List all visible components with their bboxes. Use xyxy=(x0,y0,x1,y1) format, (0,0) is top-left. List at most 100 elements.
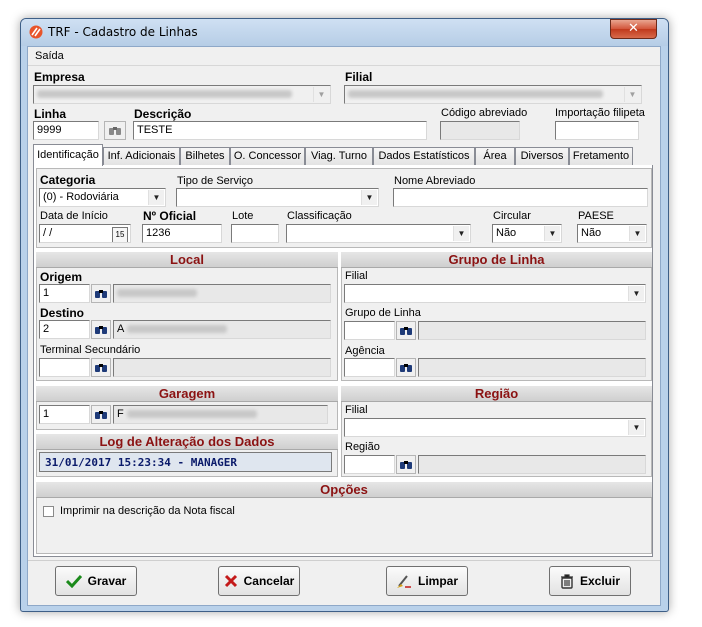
binoculars-icon xyxy=(95,411,107,419)
data-inicio-label: Data de Início xyxy=(40,210,108,222)
menu-bar xyxy=(28,47,660,66)
chevron-down-icon: ▼ xyxy=(628,420,644,435)
lote-label: Lote xyxy=(232,210,254,222)
paese-label: PAESE xyxy=(578,210,614,222)
linha-search-button[interactable] xyxy=(104,121,126,140)
binoculars-icon xyxy=(109,127,121,135)
origem-input[interactable]: 1 xyxy=(39,284,90,303)
data-inicio-input[interactable]: / / 15 xyxy=(39,224,131,243)
grupo-filial-select[interactable]: ▼ xyxy=(344,284,646,303)
destino-input[interactable]: 2 xyxy=(39,320,90,339)
descricao-input[interactable]: TESTE xyxy=(133,121,427,140)
excluir-label: Excluir xyxy=(579,574,621,588)
close-window-button[interactable]: ✕ xyxy=(610,19,657,39)
grupo-linha-search-button[interactable] xyxy=(396,321,416,340)
trash-icon xyxy=(560,573,573,589)
regiao-description xyxy=(418,455,646,474)
calendar-icon[interactable]: 15 xyxy=(112,227,128,242)
tab-dados-estatisticos[interactable]: Dados Estatísticos xyxy=(373,147,475,165)
grupo-linha-input[interactable] xyxy=(344,321,395,340)
codigo-abreviado-input[interactable] xyxy=(440,121,520,140)
circular-label: Circular xyxy=(493,210,531,222)
cancelar-button[interactable]: Cancelar xyxy=(218,566,300,596)
grupo-filial-label: Filial xyxy=(345,270,368,282)
regiao-filial-select[interactable]: ▼ xyxy=(344,418,646,437)
destino-search-button[interactable] xyxy=(91,320,111,339)
tipo-servico-select[interactable]: ▼ xyxy=(176,188,379,207)
limpar-button[interactable]: Limpar xyxy=(386,566,468,596)
tab-bilhetes[interactable]: Bilhetes xyxy=(180,147,230,165)
tipo-servico-label: Tipo de Serviço xyxy=(177,175,254,187)
imprimir-label: Imprimir na descrição da Nota fiscal xyxy=(60,505,235,517)
binoculars-icon xyxy=(95,326,107,334)
app-logo-icon xyxy=(29,25,43,39)
terminal-search-button[interactable] xyxy=(91,358,111,377)
importacao-filipeta-label: Importação filipeta xyxy=(555,107,645,119)
terminal-description xyxy=(113,358,331,377)
linha-label: Linha xyxy=(34,107,66,121)
regiao-input[interactable] xyxy=(344,455,395,474)
agencia-input[interactable] xyxy=(344,358,395,377)
tab-inf-adicionais[interactable]: Inf. Adicionais xyxy=(103,147,180,165)
chevron-down-icon: ▼ xyxy=(629,226,645,241)
chevron-down-icon: ▼ xyxy=(628,286,644,301)
gravar-button[interactable]: Gravar xyxy=(55,566,137,596)
destino-description: A xyxy=(113,320,331,339)
linha-input[interactable]: 9999 xyxy=(33,121,99,140)
circular-value: Não xyxy=(496,227,517,239)
n-oficial-input[interactable]: 1236 xyxy=(142,224,222,243)
cancelar-label: Cancelar xyxy=(243,574,295,588)
descricao-label: Descrição xyxy=(134,107,192,121)
agencia-search-button[interactable] xyxy=(396,358,416,377)
tab-identificacao[interactable]: Identificação xyxy=(33,144,103,166)
chevron-down-icon: ▼ xyxy=(148,190,164,205)
excluir-button[interactable]: Excluir xyxy=(549,566,631,596)
binoculars-icon xyxy=(95,290,107,298)
log-header: Log de Alteração dos Dados xyxy=(36,433,338,450)
empresa-select[interactable]: ▼ xyxy=(33,85,331,104)
regiao-search-button[interactable] xyxy=(396,455,416,474)
menu-item-saida[interactable]: Saída xyxy=(35,50,64,62)
importacao-filipeta-input[interactable] xyxy=(555,121,639,140)
classificacao-label: Classificação xyxy=(287,210,352,222)
chevron-down-icon: ▼ xyxy=(361,190,377,205)
tab-viag-turno[interactable]: Viag. Turno xyxy=(305,147,373,165)
circular-select[interactable]: Não ▼ xyxy=(492,224,562,243)
garagem-input[interactable]: 1 xyxy=(39,405,90,424)
grupo-linha-header: Grupo de Linha xyxy=(341,251,652,268)
paese-select[interactable]: Não ▼ xyxy=(577,224,647,243)
codigo-abreviado-label: Código abreviado xyxy=(441,107,528,119)
tab-fretamento[interactable]: Fretamento xyxy=(569,147,633,165)
garagem-search-button[interactable] xyxy=(91,405,111,424)
destino-label: Destino xyxy=(40,306,85,320)
origem-search-button[interactable] xyxy=(91,284,111,303)
lote-input[interactable] xyxy=(231,224,279,243)
filial-select[interactable]: ▼ xyxy=(344,85,642,104)
garagem-description: F xyxy=(113,405,328,424)
categoria-value: (0) - Rodoviária xyxy=(43,191,119,203)
log-value: 31/01/2017 15:23:34 - MANAGER xyxy=(39,452,332,472)
nome-abreviado-input[interactable] xyxy=(393,188,648,207)
limpar-label: Limpar xyxy=(417,574,458,588)
categoria-label: Categoria xyxy=(40,173,96,187)
categoria-select[interactable]: (0) - Rodoviária ▼ xyxy=(39,188,166,207)
grupo-linha-label: Grupo de Linha xyxy=(345,307,421,319)
chevron-down-icon: ▼ xyxy=(453,226,469,241)
terminal-secundario-input[interactable] xyxy=(39,358,90,377)
paese-value: Não xyxy=(581,227,602,239)
tab-o-concessor[interactable]: O. Concessor xyxy=(230,147,305,165)
checkmark-icon xyxy=(65,574,82,588)
tab-diversos[interactable]: Diversos xyxy=(515,147,569,165)
regiao-header: Região xyxy=(341,385,652,402)
imprimir-checkbox[interactable] xyxy=(43,506,54,517)
gravar-label: Gravar xyxy=(87,574,127,588)
tab-area[interactable]: Área xyxy=(475,147,515,165)
empresa-label: Empresa xyxy=(34,70,85,84)
regiao-filial-label: Filial xyxy=(345,404,368,416)
opcoes-header: Opções xyxy=(36,481,652,498)
binoculars-icon xyxy=(400,327,412,335)
n-oficial-label: Nº Oficial xyxy=(143,209,197,223)
classificacao-select[interactable]: ▼ xyxy=(286,224,471,243)
binoculars-icon xyxy=(400,461,412,469)
chevron-down-icon: ▼ xyxy=(544,226,560,241)
